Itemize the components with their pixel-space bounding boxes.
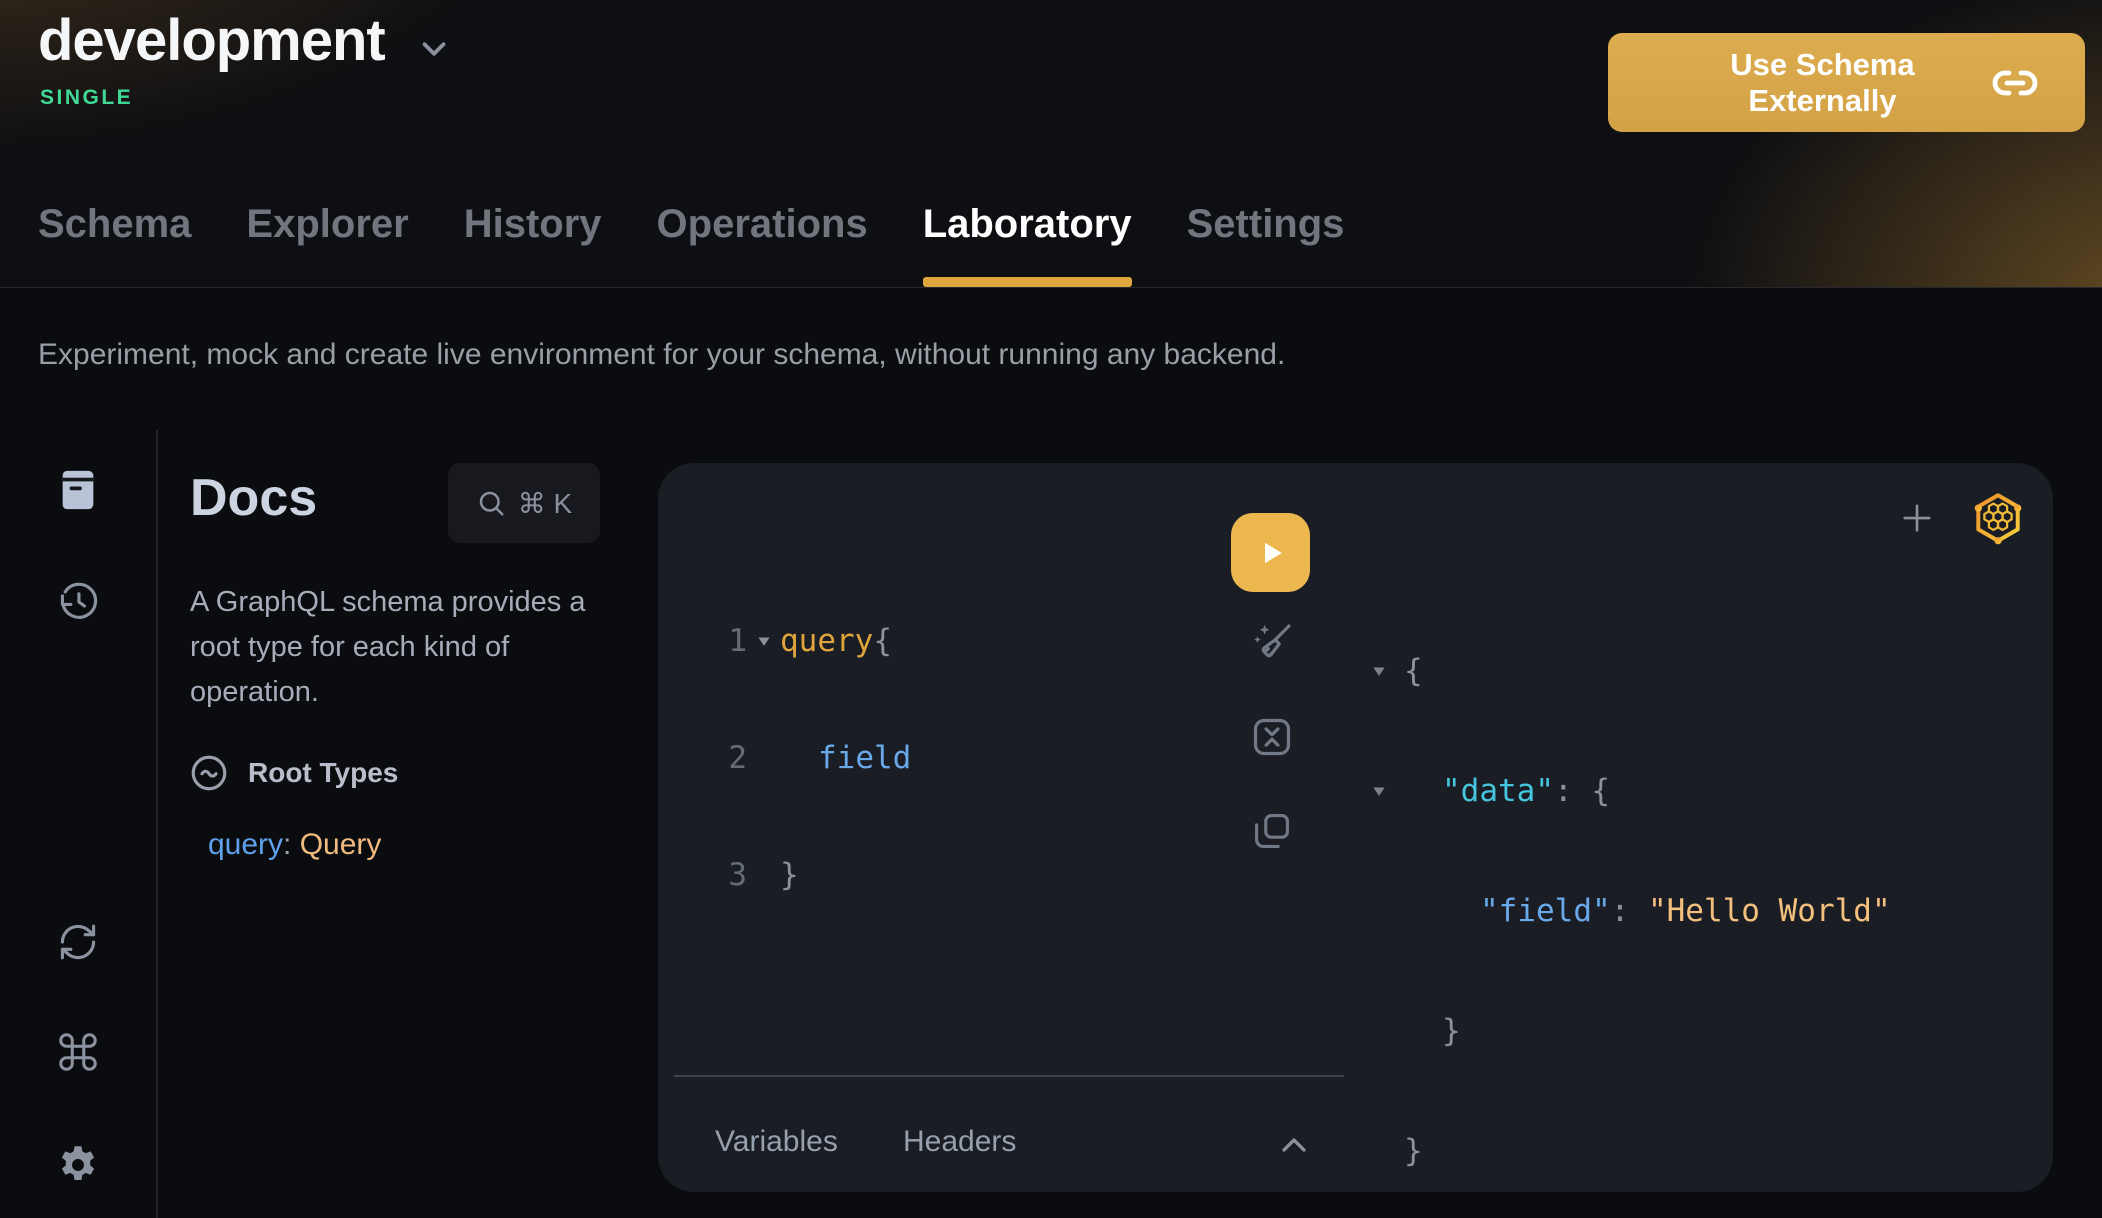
use-schema-externally-label: Use Schema Externally (1654, 47, 1991, 119)
hive-logo-icon[interactable] (1970, 490, 2026, 546)
editor-line: 2 field (658, 735, 911, 780)
tab-explorer[interactable]: Explorer (246, 204, 408, 287)
tab-headers[interactable]: Headers (903, 1125, 1016, 1159)
status-badge: SINGLE (40, 86, 133, 110)
root-types-section: Root Types (188, 752, 398, 794)
response-field-value: "Hello World" (1648, 893, 1891, 929)
response-viewer: { "data": { "field": "Hello World" } } (1372, 575, 1891, 1218)
laboratory-page: development SINGLE Use Schema Externally… (0, 0, 2102, 1218)
docs-search-button[interactable]: ⌘ K (448, 463, 600, 543)
docs-icon[interactable] (55, 467, 101, 513)
page-header: development SINGLE Use Schema Externally… (0, 0, 2102, 288)
command-shortcuts-icon[interactable] (55, 1029, 101, 1075)
fold-triangle-icon[interactable] (1372, 664, 1404, 678)
collapse-chevron-up-icon[interactable] (1272, 1125, 1316, 1165)
line-number: 1 (658, 623, 747, 659)
prettify-icon[interactable] (1248, 619, 1296, 667)
code-close-brace: } (780, 857, 799, 893)
query-editor[interactable]: 1 query{ 2 field 3 } (658, 546, 911, 969)
response-field-key: "field" (1480, 893, 1611, 929)
response-line: } (1372, 1127, 1891, 1175)
code-open-brace: { (873, 623, 892, 659)
chevron-down-icon[interactable] (415, 30, 453, 68)
merge-fragments-icon[interactable] (1248, 713, 1296, 761)
response-field-colon: : (1611, 893, 1648, 929)
code-field: field (780, 740, 911, 776)
copy-query-icon[interactable] (1248, 807, 1296, 855)
editor-line: 3 } (658, 852, 911, 897)
response-inner-close: } (1404, 1013, 1461, 1049)
response-data-colon: : (1554, 773, 1591, 809)
response-line: "data": { (1372, 767, 1891, 815)
root-type-query-link[interactable]: query: Query (208, 828, 381, 862)
docs-description: A GraphQL schema provides a root type fo… (190, 580, 630, 715)
line-number: 2 (658, 740, 747, 776)
refresh-icon[interactable] (55, 919, 101, 965)
tab-operations[interactable]: Operations (657, 204, 868, 287)
root-type-field[interactable]: query (208, 828, 283, 861)
root-type-name[interactable]: Query (300, 828, 382, 861)
response-outer-close: } (1404, 1133, 1423, 1169)
editor-footer-divider (674, 1075, 1344, 1077)
execute-query-button[interactable] (1231, 513, 1310, 592)
root-types-label: Root Types (248, 757, 398, 789)
tab-history[interactable]: History (464, 204, 602, 287)
laboratory-sidebar (0, 430, 158, 1218)
code-keyword: query (780, 623, 873, 659)
docs-panel: Docs ⌘ K A GraphQL schema provides a roo… (158, 430, 658, 1218)
tab-settings[interactable]: Settings (1187, 204, 1345, 287)
root-types-icon (188, 752, 230, 794)
fold-triangle-icon[interactable] (747, 634, 780, 648)
graphiql-panel: 1 query{ 2 field 3 } (658, 463, 2053, 1192)
root-type-separator: : (283, 828, 300, 861)
link-icon (1991, 59, 2039, 107)
page-title: development (38, 10, 385, 72)
play-icon (1253, 535, 1289, 571)
project-title-row: development (38, 10, 453, 72)
line-number: 3 (658, 857, 747, 893)
tab-variables[interactable]: Variables (715, 1125, 838, 1159)
search-icon (476, 488, 506, 518)
tab-schema[interactable]: Schema (38, 204, 191, 287)
use-schema-externally-button[interactable]: Use Schema Externally (1608, 33, 2085, 132)
response-line: } (1372, 1007, 1891, 1055)
response-outer-open: { (1404, 653, 1423, 689)
tab-laboratory[interactable]: Laboratory (923, 204, 1132, 287)
fold-triangle-icon[interactable] (1372, 784, 1404, 798)
add-tab-plus-icon[interactable] (1896, 497, 1938, 539)
editor-line: 1 query{ (658, 618, 911, 663)
response-line: "field": "Hello World" (1372, 887, 1891, 935)
search-shortcut-label: ⌘ K (518, 487, 572, 520)
main-tabs: Schema Explorer History Operations Labor… (38, 204, 1344, 287)
history-icon[interactable] (55, 579, 101, 625)
response-data-key: "data" (1442, 773, 1554, 809)
docs-heading: Docs (190, 468, 317, 528)
response-line: { (1372, 647, 1891, 695)
response-data-open: { (1591, 773, 1610, 809)
settings-gear-icon[interactable] (55, 1142, 101, 1188)
page-subtitle: Experiment, mock and create live environ… (38, 338, 1285, 372)
